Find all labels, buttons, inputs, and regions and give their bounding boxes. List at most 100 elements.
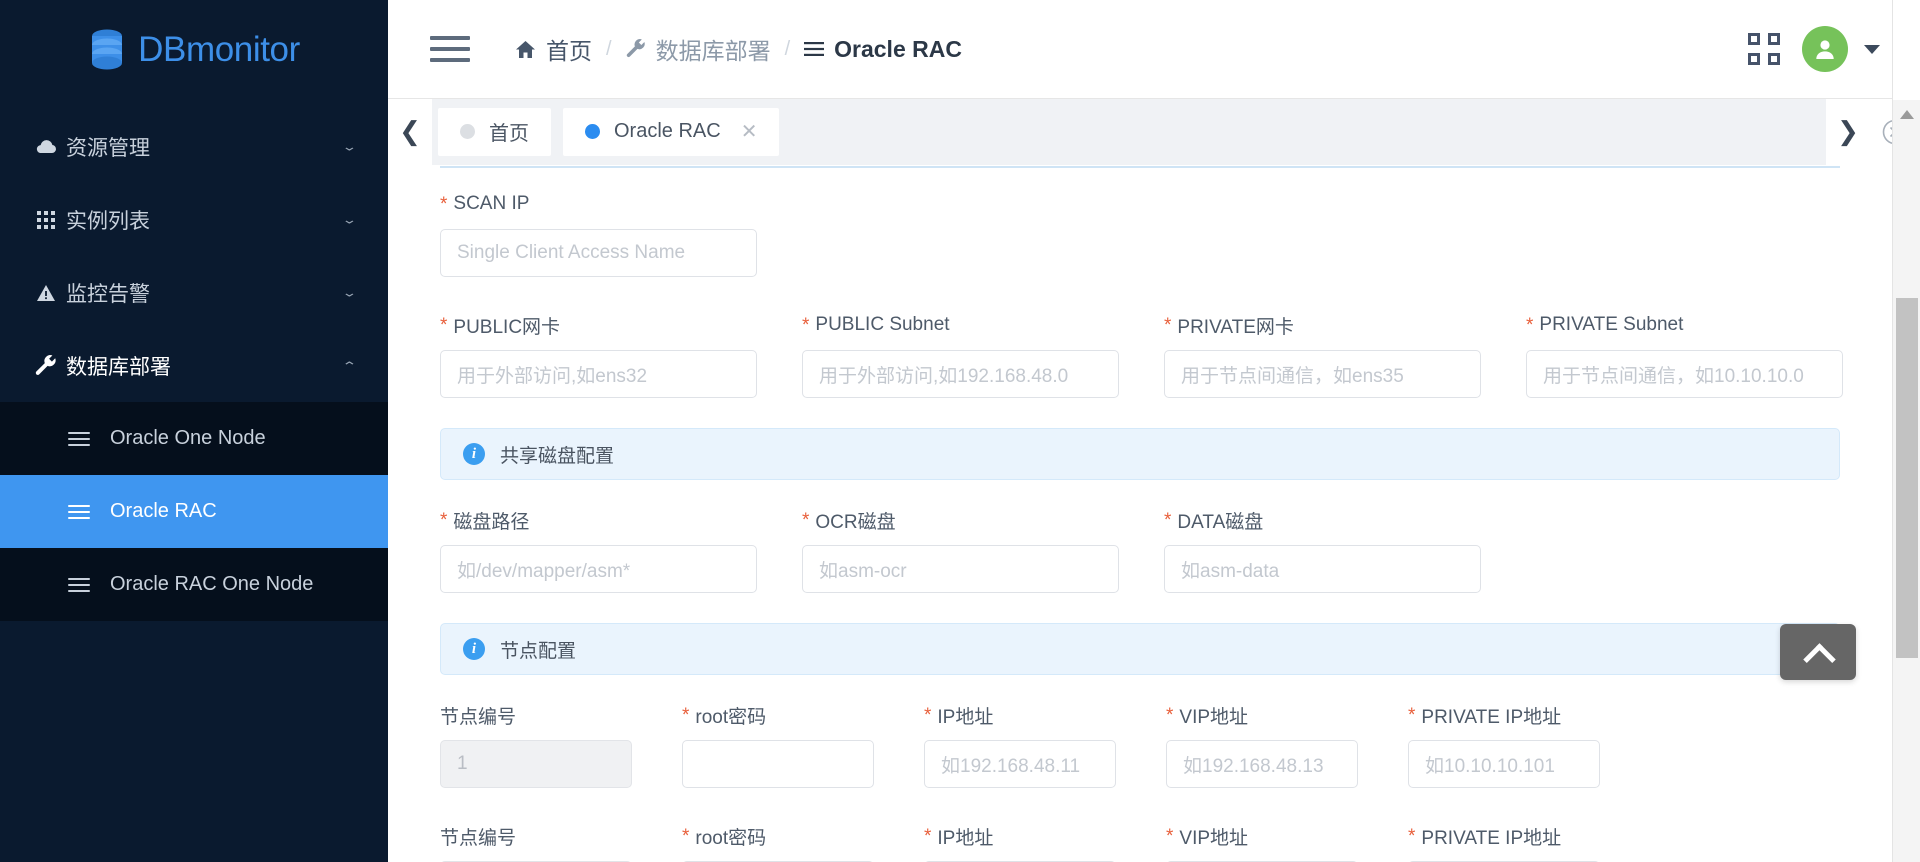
breadcrumb-label: 数据库部署 — [655, 38, 771, 64]
sidebar-item-resource-management[interactable]: 资源管理 ⌄ — [0, 110, 388, 183]
tab-scroll-container[interactable]: 首页 Oracle RAC ✕ — [432, 98, 1826, 165]
field-label: * PUBLIC Subnet — [802, 313, 1119, 337]
user-avatar-icon[interactable] — [1802, 26, 1848, 72]
field-label: * DATA磁盘 — [1164, 508, 1481, 533]
field-private-subnet: * PRIVATE Subnet 用于节点间通信，如10.10.10.0 — [1526, 313, 1843, 398]
sidebar-item-label: 数据库部署 — [66, 355, 171, 379]
field-label: * PRIVATE IP地址 — [1408, 824, 1600, 849]
form-top-cut-divider — [440, 166, 1840, 180]
private-nic-input[interactable]: 用于节点间通信，如ens35 — [1164, 350, 1481, 398]
public-nic-input[interactable]: 用于外部访问,如ens32 — [440, 350, 757, 398]
close-icon[interactable]: ✕ — [741, 122, 758, 142]
field-label: * root密码 — [682, 703, 874, 728]
label-text: PUBLIC Subnet — [815, 314, 950, 335]
required-marker: * — [1166, 825, 1174, 847]
hamburger-icon[interactable] — [430, 34, 470, 64]
field-scan-ip: * SCAN IP Single Client Access Name — [440, 192, 757, 277]
caret-down-icon[interactable] — [1864, 44, 1880, 54]
label-text: VIP地址 — [1179, 827, 1249, 849]
sidebar-item-monitor-alarm[interactable]: 监控告警 ⌄ — [0, 256, 388, 329]
scrollbar-thumb[interactable] — [1896, 298, 1918, 658]
required-marker: * — [802, 314, 810, 336]
field-root-password: * root密码 — [682, 824, 874, 862]
field-label: * VIP地址 — [1166, 703, 1358, 728]
required-marker: * — [1408, 825, 1416, 847]
required-marker: * — [682, 825, 690, 847]
breadcrumb-item-database-deploy[interactable]: 数据库部署 — [626, 32, 771, 66]
required-marker: * — [440, 509, 448, 531]
section-title: 节点配置 — [500, 640, 577, 662]
chevron-right-icon[interactable]: ❯ — [1826, 98, 1870, 165]
tab-oracle-rac[interactable]: Oracle RAC ✕ — [563, 107, 780, 156]
field-label: * IP地址 — [924, 703, 1116, 728]
label-text: OCR磁盘 — [815, 511, 896, 533]
breadcrumb-item-current: Oracle RAC — [804, 36, 962, 63]
field-label: * IP地址 — [924, 824, 1116, 849]
label-text: VIP地址 — [1179, 706, 1249, 728]
sidebar-item-oracle-rac[interactable]: Oracle RAC — [0, 475, 388, 548]
label-text: 磁盘路径 — [453, 511, 530, 533]
field-label: * PRIVATE Subnet — [1526, 313, 1843, 337]
tab-strip: ❮ 首页 Oracle RAC ✕ ❯ — [388, 98, 1920, 165]
field-vip-address: * VIP地址 如192.168.48.13 — [1166, 703, 1358, 788]
tab-status-dot — [460, 124, 475, 139]
sidebar-item-label: 资源管理 — [66, 136, 150, 160]
private-ip-address-input[interactable]: 如10.10.10.101 — [1408, 740, 1600, 788]
required-marker: * — [1164, 509, 1172, 531]
page-scrollbar[interactable] — [1892, 0, 1920, 862]
breadcrumb-item-home[interactable]: 首页 — [515, 32, 592, 66]
sidebar-item-oracle-rac-one-node[interactable]: Oracle RAC One Node — [0, 548, 388, 621]
field-label: * OCR磁盘 — [802, 508, 1119, 533]
field-private-nic: * PRIVATE网卡 用于节点间通信，如ens35 — [1164, 313, 1481, 398]
label-text: PRIVATE IP地址 — [1421, 706, 1562, 728]
tab-home[interactable]: 首页 — [438, 107, 551, 156]
form-content: * SCAN IP Single Client Access Name * PU… — [388, 166, 1892, 862]
shared-disk-section-banner: i 共享磁盘配置 — [440, 428, 1840, 480]
sidebar-item-label: 实例列表 — [66, 209, 150, 233]
public-subnet-input[interactable]: 用于外部访问,如192.168.48.0 — [802, 350, 1119, 398]
chevron-down-icon: ⌄ — [341, 139, 358, 154]
warning-triangle-icon — [31, 284, 61, 302]
field-data-disk: * DATA磁盘 如asm-data — [1164, 508, 1481, 593]
disk-path-input[interactable]: 如/dev/mapper/asm* — [440, 545, 757, 593]
fullscreen-icon[interactable] — [1748, 33, 1780, 65]
app-root: DBmonitor 资源管理 ⌄ 实例列表 ⌄ 监控告警 ⌄ 数据库部署 ⌄ O… — [0, 0, 1920, 862]
database-icon — [88, 28, 126, 72]
sidebar-item-instance-list[interactable]: 实例列表 ⌄ — [0, 183, 388, 256]
required-marker: * — [1166, 704, 1174, 726]
brand-logo[interactable]: DBmonitor — [0, 0, 388, 100]
chevron-up-icon — [1805, 639, 1831, 665]
field-label: * PRIVATE网卡 — [1164, 313, 1481, 338]
data-disk-input[interactable]: 如asm-data — [1164, 545, 1481, 593]
required-marker: * — [440, 193, 448, 215]
node-no-input: 1 — [440, 740, 632, 788]
required-marker: * — [1164, 314, 1172, 336]
private-subnet-input[interactable]: 用于节点间通信，如10.10.10.0 — [1526, 350, 1843, 398]
label-text: DATA磁盘 — [1177, 511, 1264, 533]
chevron-left-icon[interactable]: ❮ — [388, 98, 432, 165]
list-icon — [804, 42, 825, 56]
ip-address-input[interactable]: 如192.168.48.11 — [924, 740, 1116, 788]
tab-label: 首页 — [489, 123, 529, 145]
ocr-disk-input[interactable]: 如asm-ocr — [802, 545, 1119, 593]
root-password-input[interactable] — [682, 740, 874, 788]
triangle-up-icon[interactable] — [1893, 100, 1920, 128]
field-ocr-disk: * OCR磁盘 如asm-ocr — [802, 508, 1119, 593]
field-node-no: 节点编号 1 — [440, 703, 632, 788]
sidebar-subitem-label: Oracle RAC One Node — [110, 573, 314, 595]
main-area: 首页 / 数据库部署 / Oracle RAC ❮ 首页 Oracle RAC … — [388, 0, 1920, 862]
list-icon — [68, 504, 90, 519]
field-label: * root密码 — [682, 824, 874, 849]
required-marker: * — [802, 509, 810, 531]
field-disk-path: * 磁盘路径 如/dev/mapper/asm* — [440, 508, 757, 593]
required-marker: * — [924, 825, 932, 847]
chevron-up-icon: ⌄ — [341, 358, 358, 373]
node-row: 节点编号 * root密码 * IP地址 * VIP地址 * PRIVATE I… — [440, 824, 1840, 862]
vip-address-input[interactable]: 如192.168.48.13 — [1166, 740, 1358, 788]
scan-ip-input[interactable]: Single Client Access Name — [440, 229, 757, 277]
sidebar-item-oracle-one-node[interactable]: Oracle One Node — [0, 402, 388, 475]
label-text: PUBLIC网卡 — [453, 316, 561, 338]
sidebar-item-database-deploy[interactable]: 数据库部署 ⌄ — [0, 329, 388, 402]
back-to-top-button[interactable] — [1780, 624, 1856, 680]
label-text: PRIVATE Subnet — [1539, 314, 1684, 335]
